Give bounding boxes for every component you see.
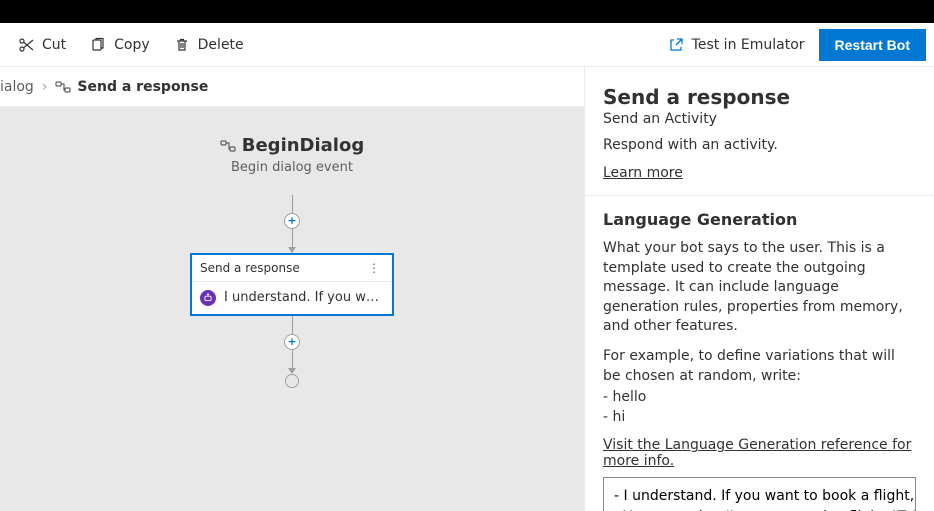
- node-menu-button[interactable]: ⋮: [364, 261, 384, 275]
- test-emulator-button[interactable]: Test in Emulator: [658, 31, 815, 59]
- trash-icon: [174, 37, 190, 53]
- chevron-right-icon: ›: [42, 79, 48, 95]
- titlebar-strip: [0, 0, 934, 23]
- add-action-bottom[interactable]: +: [284, 334, 300, 350]
- lg-section-para1: What your bot says to the user. This is …: [603, 239, 916, 337]
- toolbar: Cut Copy Delete Test in Emulator Restart…: [0, 23, 934, 67]
- node-body-text: I understand. If you want to ...: [224, 290, 384, 305]
- lg-example-2: - hi: [603, 408, 916, 428]
- cut-button[interactable]: Cut: [8, 31, 76, 59]
- flow-terminal: [285, 374, 299, 388]
- flow-icon: [220, 138, 236, 154]
- copy-button[interactable]: Copy: [80, 31, 160, 59]
- test-emulator-label: Test in Emulator: [692, 37, 805, 53]
- node-title: Send a response: [200, 261, 300, 275]
- design-canvas[interactable]: BeginDialog Begin dialog event + Send a …: [0, 107, 584, 511]
- external-link-icon: [668, 37, 684, 53]
- trigger-header[interactable]: BeginDialog Begin dialog event: [220, 135, 364, 175]
- divider: [585, 195, 934, 196]
- copy-label: Copy: [114, 37, 150, 53]
- trigger-subtitle: Begin dialog event: [220, 160, 364, 175]
- lg-editor-textarea[interactable]: [603, 477, 916, 511]
- props-subtitle: Send an Activity: [603, 111, 916, 127]
- lg-example-1: - hello: [603, 388, 916, 408]
- restart-bot-button[interactable]: Restart Bot: [819, 29, 926, 61]
- bot-icon: [200, 290, 216, 306]
- lg-reference-link[interactable]: Visit the Language Generation reference …: [603, 437, 911, 469]
- copy-icon: [90, 37, 106, 53]
- delete-label: Delete: [198, 37, 244, 53]
- add-action-top[interactable]: +: [284, 213, 300, 229]
- breadcrumb: ialog › Send a response: [0, 67, 584, 107]
- scissors-icon: [18, 37, 34, 53]
- learn-more-link[interactable]: Learn more: [603, 165, 683, 181]
- lg-section-title: Language Generation: [603, 210, 916, 229]
- cut-label: Cut: [42, 37, 66, 53]
- trigger-title-text: BeginDialog: [242, 135, 364, 156]
- props-title: Send a response: [603, 85, 916, 109]
- properties-pane: Send a response Send an Activity Respond…: [584, 67, 934, 511]
- props-description: Respond with an activity.: [603, 137, 916, 153]
- send-response-node[interactable]: Send a response ⋮ I understand. If you w…: [190, 253, 394, 316]
- flow-icon: [55, 79, 71, 95]
- breadcrumb-current: Send a response: [77, 79, 208, 95]
- delete-button[interactable]: Delete: [164, 31, 254, 59]
- lg-section-para2: For example, to define variations that w…: [603, 347, 916, 386]
- breadcrumb-prev[interactable]: ialog: [0, 79, 34, 95]
